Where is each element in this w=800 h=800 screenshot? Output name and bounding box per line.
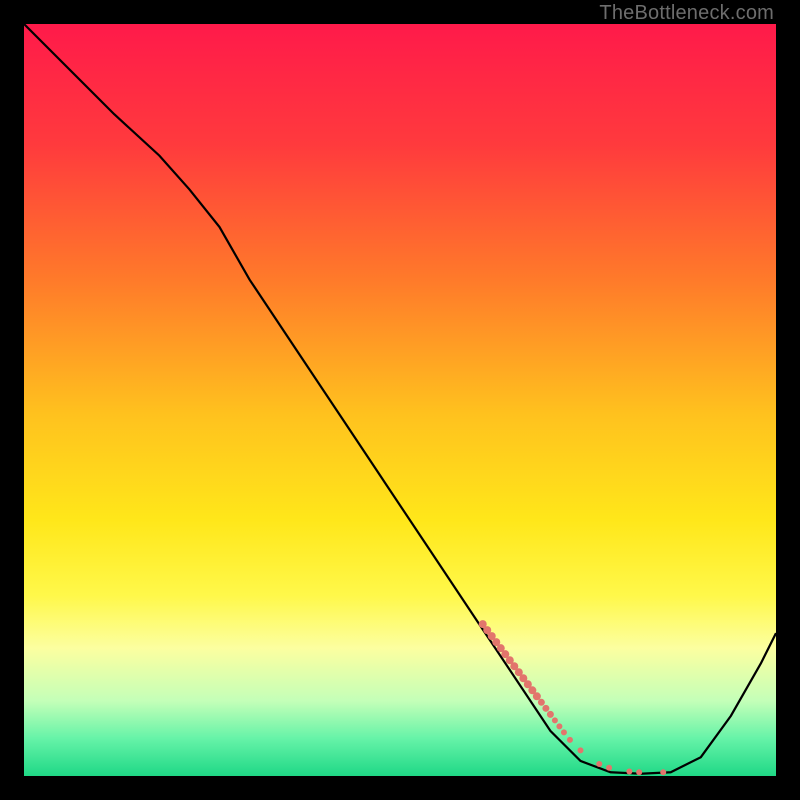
highlight-point [538,699,545,706]
highlight-point [547,711,554,718]
chart-frame: TheBottleneck.com [0,0,800,800]
highlight-point [577,747,583,753]
highlight-point [626,768,632,774]
highlight-point [556,723,562,729]
highlight-point [606,765,612,771]
highlight-point [552,717,558,723]
gradient-background [24,24,776,776]
highlight-point [542,705,549,712]
plot-area [24,24,776,776]
highlight-point [636,769,642,775]
highlight-point [596,761,602,767]
highlight-point [567,737,573,743]
watermark-text: TheBottleneck.com [599,2,774,25]
highlight-point [660,769,666,775]
highlight-point [533,692,541,700]
chart-svg [24,24,776,776]
highlight-point [561,729,567,735]
